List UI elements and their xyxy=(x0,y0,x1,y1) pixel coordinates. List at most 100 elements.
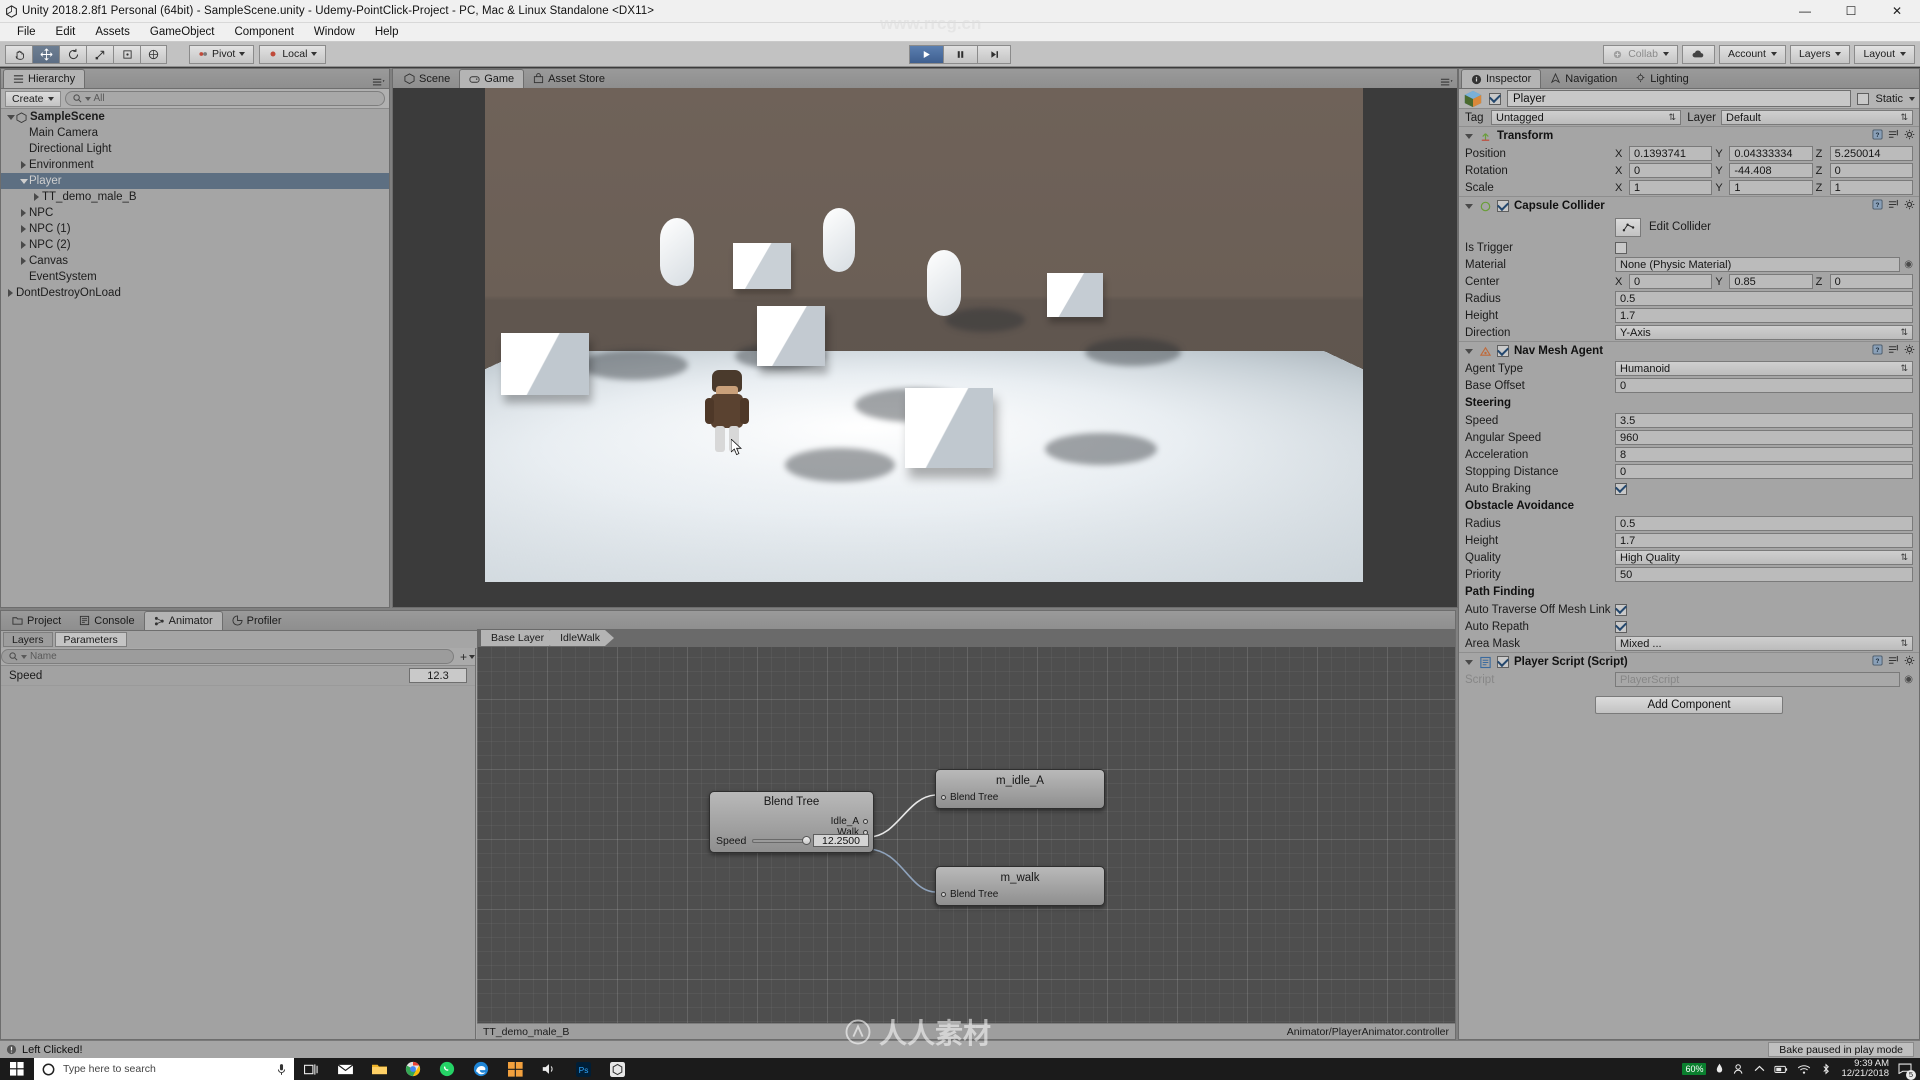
tab-game[interactable]: Game xyxy=(459,69,525,88)
object-name-input[interactable]: Player xyxy=(1507,90,1852,107)
object-picker-icon[interactable]: ◉ xyxy=(1904,259,1913,270)
chevron-up-icon[interactable] xyxy=(1754,1065,1765,1073)
menu-item-component[interactable]: Component xyxy=(224,23,303,42)
battery-icon[interactable] xyxy=(1715,1063,1724,1075)
vector-y-input[interactable]: -44.408 xyxy=(1729,163,1813,178)
hand-tool-button[interactable] xyxy=(5,44,32,64)
handle-space-toggle-button[interactable]: Local xyxy=(259,44,327,64)
tab-hierarchy[interactable]: Hierarchy xyxy=(3,69,86,88)
property-checkbox[interactable] xyxy=(1615,603,1627,616)
parameter-value[interactable]: 12.3 xyxy=(409,668,467,683)
help-icon[interactable]: ? xyxy=(1872,655,1883,669)
edge-icon[interactable] xyxy=(464,1058,498,1080)
taskbar-search-input[interactable]: Type here to search xyxy=(34,1058,294,1080)
object-field[interactable]: None (Physic Material) xyxy=(1615,257,1901,272)
hierarchy-search-input[interactable]: All xyxy=(64,91,385,106)
help-icon[interactable]: ? xyxy=(1872,129,1883,143)
animator-node-blend-tree[interactable]: Blend Tree Idle_A Walk Speed 12.2500 xyxy=(709,791,874,853)
animator-node-m-walk[interactable]: m_walk Blend Tree xyxy=(935,866,1105,906)
component-enabled-checkbox[interactable] xyxy=(1497,200,1509,212)
start-icon[interactable] xyxy=(0,1058,34,1080)
chevron-down-icon[interactable] xyxy=(5,112,16,123)
property-checkbox[interactable] xyxy=(1615,482,1627,495)
vector-y-input[interactable]: 1 xyxy=(1729,180,1813,195)
help-icon[interactable]: ? xyxy=(1872,199,1883,213)
scale-tool-button[interactable] xyxy=(86,44,113,64)
game-view-panel-menu-button[interactable] xyxy=(1440,78,1453,88)
property-input[interactable]: 8 xyxy=(1615,447,1913,462)
vector-z-input[interactable]: 0 xyxy=(1829,163,1913,178)
component-header-player-script-script[interactable]: Player Script (Script)? xyxy=(1459,652,1919,671)
property-dropdown[interactable]: Y-Axis ⇅ xyxy=(1615,325,1913,340)
property-input[interactable]: 50 xyxy=(1615,567,1913,582)
minimize-button[interactable]: — xyxy=(1782,0,1828,23)
hierarchy-item-npc-2[interactable]: NPC (2) xyxy=(1,237,389,253)
vector-z-input[interactable]: 1 xyxy=(1829,180,1913,195)
chevron-right-icon[interactable] xyxy=(18,256,29,267)
blend-tree-speed-slider[interactable] xyxy=(752,835,811,845)
preset-icon[interactable] xyxy=(1888,344,1899,358)
component-header-capsule-collider[interactable]: Capsule Collider? xyxy=(1459,196,1919,215)
breadcrumb-base-layer[interactable]: Base Layer xyxy=(481,630,558,646)
component-enabled-checkbox[interactable] xyxy=(1497,345,1509,357)
edit-collider-icon[interactable] xyxy=(1615,217,1641,237)
chevron-right-icon[interactable] xyxy=(31,192,42,203)
menu-item-window[interactable]: Window xyxy=(304,23,365,42)
step-button[interactable] xyxy=(977,44,1011,64)
tab-scene[interactable]: Scene xyxy=(395,69,459,88)
animator-parameters-tab[interactable]: Parameters xyxy=(54,632,127,647)
menu-item-help[interactable]: Help xyxy=(365,23,409,42)
add-parameter-button[interactable]: + xyxy=(460,650,475,664)
battery-percent[interactable]: 60% xyxy=(1682,1063,1707,1075)
property-input[interactable]: 0 xyxy=(1615,464,1913,479)
tag-dropdown[interactable]: Untagged ⇅ xyxy=(1491,110,1681,125)
vector-x-input[interactable]: 1 xyxy=(1629,180,1713,195)
gear-icon[interactable] xyxy=(1904,655,1915,669)
property-dropdown[interactable]: High Quality ⇅ xyxy=(1615,550,1913,565)
account-button[interactable]: Account xyxy=(1719,44,1786,64)
vector-y-input[interactable]: 0.85 xyxy=(1729,274,1813,289)
property-input[interactable]: 0.5 xyxy=(1615,291,1913,306)
chevron-right-icon[interactable] xyxy=(18,208,29,219)
chevron-down-icon[interactable] xyxy=(18,176,29,187)
breadcrumb-idlewalk[interactable]: IdleWalk xyxy=(550,630,614,646)
hierarchy-item-npc[interactable]: NPC xyxy=(1,205,389,221)
move-tool-button[interactable] xyxy=(32,44,59,64)
component-header-nav-mesh-agent[interactable]: Nav Mesh Agent? xyxy=(1459,341,1919,360)
chevron-right-icon[interactable] xyxy=(5,288,16,299)
hierarchy-item-npc-1[interactable]: NPC (1) xyxy=(1,221,389,237)
parameter-row[interactable]: Speed 12.3 xyxy=(1,666,475,686)
tab-inspector[interactable]: Inspector xyxy=(1461,69,1542,88)
hierarchy-item-environment[interactable]: Environment xyxy=(1,157,389,173)
hierarchy-item-dontdestroyonload[interactable]: DontDestroyOnLoad xyxy=(1,285,389,301)
layers-button[interactable]: Layers xyxy=(1789,44,1851,64)
object-field[interactable]: PlayerScript xyxy=(1615,672,1901,687)
tab-project[interactable]: Project xyxy=(3,611,70,630)
property-dropdown[interactable]: Humanoid ⇅ xyxy=(1615,361,1913,376)
whatsapp-icon[interactable] xyxy=(430,1058,464,1080)
unity-status-bar[interactable]: Left Clicked! Bake paused in play mode xyxy=(0,1040,1920,1058)
chevron-down-icon[interactable] xyxy=(1463,131,1474,142)
vector-x-input[interactable]: 0 xyxy=(1629,163,1713,178)
chevron-right-icon[interactable] xyxy=(18,224,29,235)
transform-tool-button[interactable] xyxy=(140,44,167,64)
tab-navigation[interactable]: Navigation xyxy=(1541,69,1626,88)
game-view-canvas[interactable] xyxy=(393,88,1457,607)
taskbar-clock[interactable]: 9:39 AM 12/21/2018 xyxy=(1841,1059,1889,1079)
tab-profiler[interactable]: Profiler xyxy=(223,611,291,630)
chevron-down-icon[interactable] xyxy=(1463,201,1474,212)
notification-center-icon[interactable]: 5 xyxy=(1898,1062,1916,1080)
menu-item-assets[interactable]: Assets xyxy=(85,23,140,42)
vector-z-input[interactable]: 5.250014 xyxy=(1829,146,1913,161)
property-input[interactable]: 0 xyxy=(1615,378,1913,393)
blend-tree-speed-value[interactable]: 12.2500 xyxy=(813,834,869,847)
property-input[interactable]: 1.7 xyxy=(1615,308,1913,323)
vector-y-input[interactable]: 0.04333334 xyxy=(1729,146,1813,161)
property-checkbox[interactable] xyxy=(1615,620,1627,633)
property-input[interactable]: 1.7 xyxy=(1615,533,1913,548)
preset-icon[interactable] xyxy=(1888,129,1899,143)
help-icon[interactable]: ? xyxy=(1872,344,1883,358)
animator-node-m-idle-a[interactable]: m_idle_A Blend Tree xyxy=(935,769,1105,809)
gear-icon[interactable] xyxy=(1904,344,1915,358)
speaker-icon[interactable] xyxy=(532,1058,566,1080)
